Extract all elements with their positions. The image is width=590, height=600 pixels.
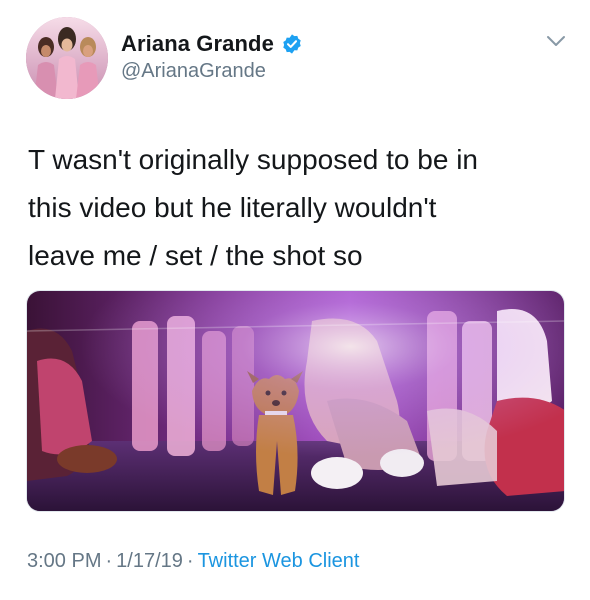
- tweet-card: Ariana Grande @ArianaGrande T wasn't ori…: [0, 0, 590, 600]
- profile-photo-icon: [26, 17, 108, 99]
- dog-on-video-set-photo-icon: [27, 291, 564, 511]
- display-name[interactable]: Ariana Grande: [121, 31, 274, 57]
- meta-separator: ·: [186, 550, 194, 572]
- author-handle[interactable]: @ArianaGrande: [121, 60, 266, 83]
- chevron-down-icon[interactable]: [545, 34, 567, 48]
- tweet-text: T wasn't originally supposed to be in th…: [28, 144, 478, 271]
- avatar[interactable]: [26, 17, 108, 99]
- tweet-metadata: 3:00 PM · 1/17/19 · Twitter Web Client: [27, 550, 359, 573]
- tweet-time[interactable]: 3:00 PM: [27, 550, 101, 572]
- verified-badge-icon: [281, 33, 303, 55]
- meta-separator: ·: [105, 550, 113, 572]
- tweet-date[interactable]: 1/17/19: [116, 550, 183, 572]
- tweet-source-link[interactable]: Twitter Web Client: [198, 550, 360, 572]
- author-name-row[interactable]: Ariana Grande: [121, 29, 303, 59]
- tweet-media-photo[interactable]: [26, 290, 565, 512]
